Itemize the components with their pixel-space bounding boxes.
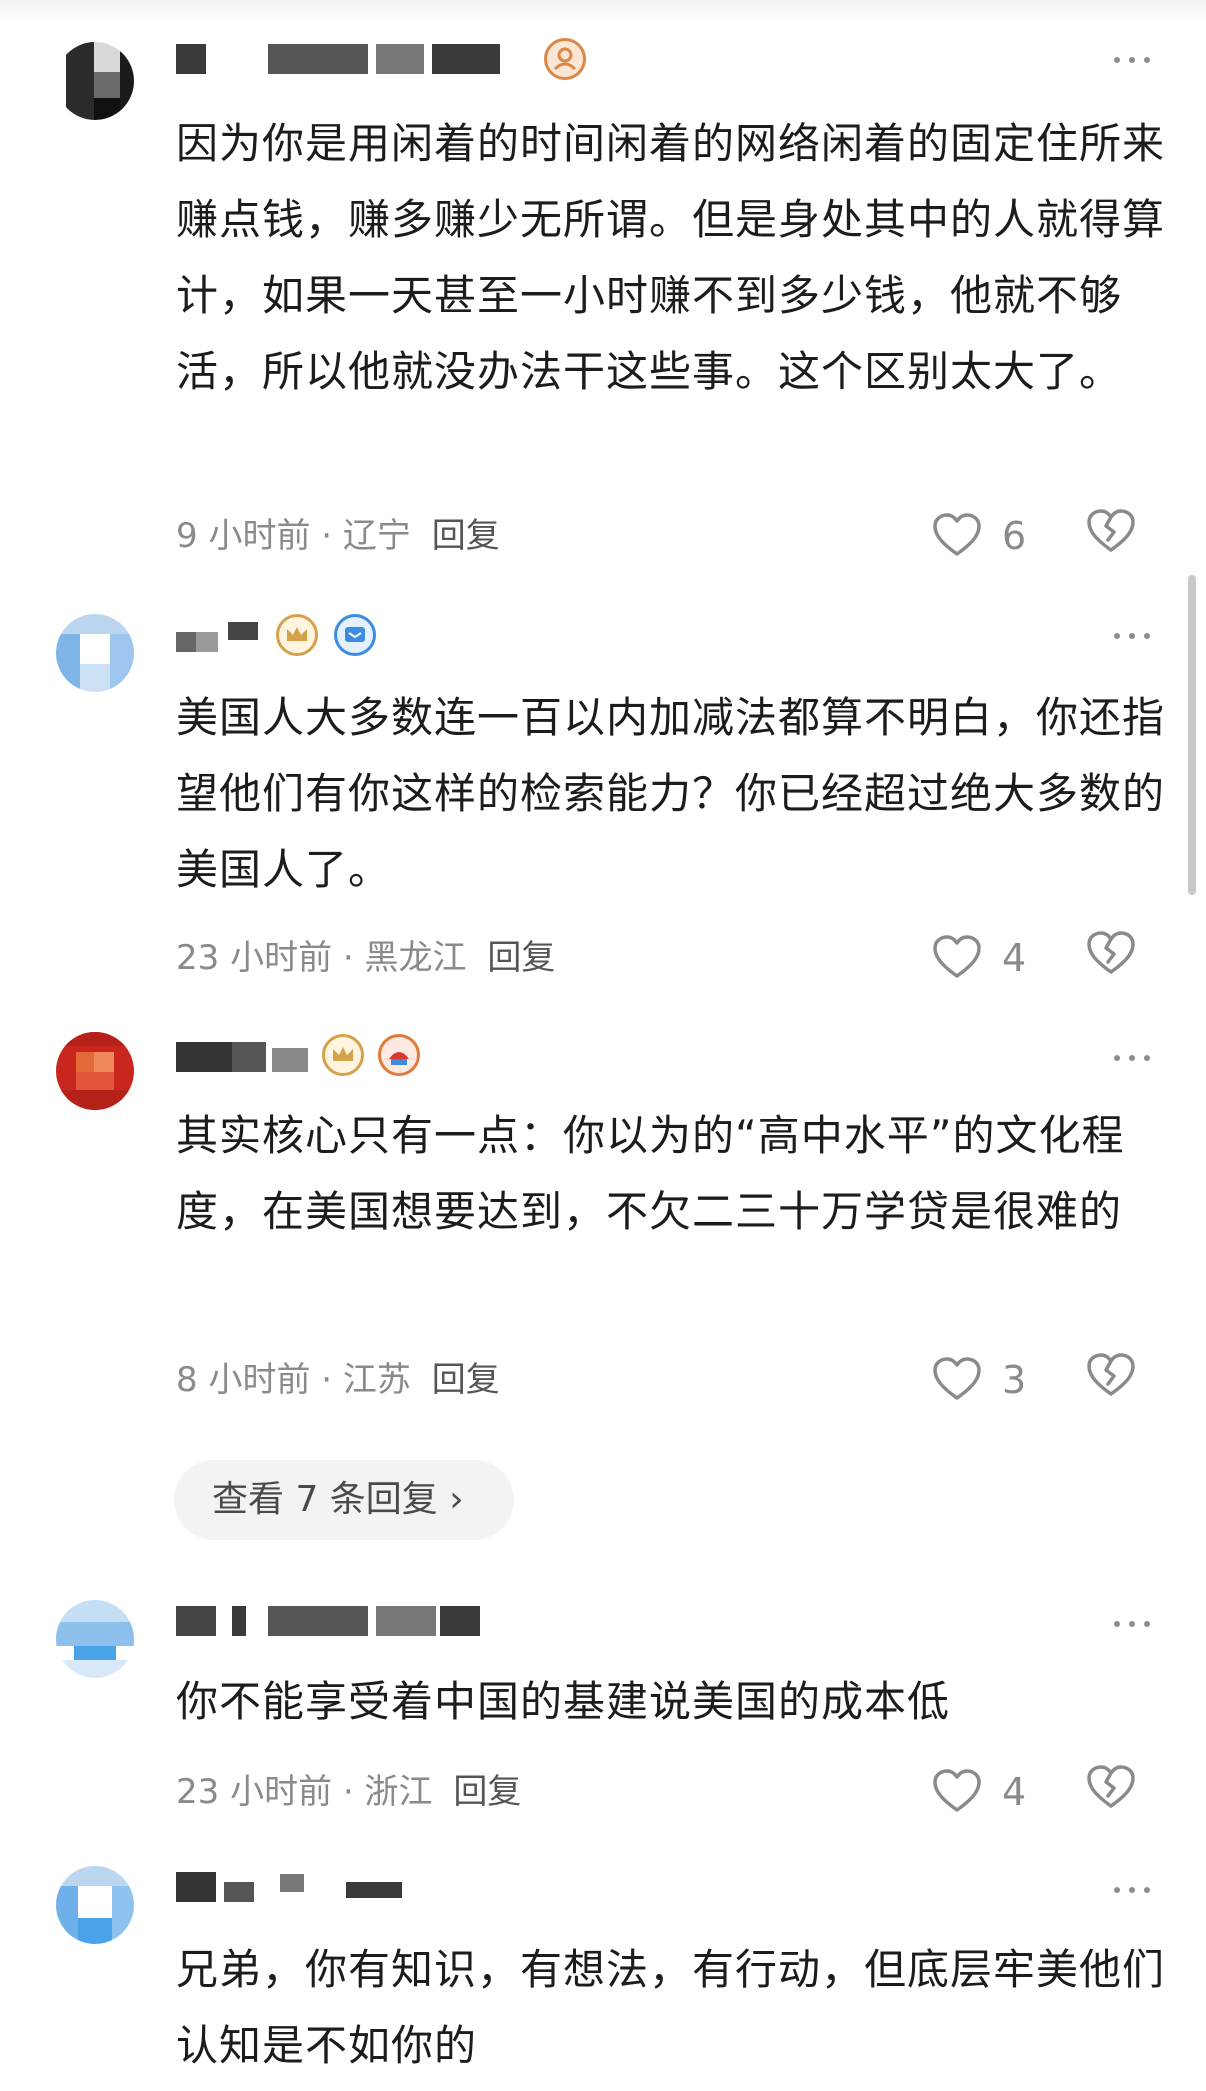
meta-separator: · xyxy=(321,1360,333,1400)
meta-separator: · xyxy=(342,938,354,978)
avatar[interactable] xyxy=(56,1866,134,1944)
event-badge-icon xyxy=(378,1034,420,1076)
comment-text: 其实核心只有一点：你以为的“高中水平”的文化程度，在美国想要达到，不欠二三十万学… xyxy=(176,1111,1125,1236)
comment-time: 23 小时前 xyxy=(176,1772,333,1812)
like-button[interactable]: 3 xyxy=(932,1352,1062,1408)
like-count: 3 xyxy=(1002,1358,1027,1402)
dislike-button[interactable] xyxy=(1086,1352,1140,1406)
broken-heart-icon xyxy=(1087,1353,1135,1396)
user-badge-icon xyxy=(544,38,586,80)
dislike-button[interactable] xyxy=(1086,508,1140,562)
comment-location: 辽宁 xyxy=(342,516,411,556)
dislike-button[interactable] xyxy=(1086,1764,1140,1818)
heart-outline-icon xyxy=(933,1769,981,1812)
like-count: 4 xyxy=(1002,936,1027,980)
avatar[interactable] xyxy=(56,614,134,692)
more-dots-icon[interactable] xyxy=(1114,630,1150,642)
username-blurred[interactable] xyxy=(176,1868,416,1908)
broken-heart-icon xyxy=(1087,1765,1135,1808)
comment-time: 23 小时前 xyxy=(176,938,333,978)
more-dots-icon[interactable] xyxy=(1114,1052,1150,1064)
comment-time: 8 小时前 xyxy=(176,1360,311,1400)
broken-heart-icon xyxy=(1087,931,1135,974)
heart-outline-icon xyxy=(933,513,981,556)
comment-text: 你不能享受着中国的基建说美国的成本低 xyxy=(176,1677,951,1726)
reply-button[interactable]: 回复 xyxy=(453,1772,521,1812)
reply-button[interactable]: 回复 xyxy=(432,1360,500,1400)
meta-separator: · xyxy=(321,516,333,556)
comment-meta: 23 小时前 · 浙江 回复 xyxy=(176,1772,521,1812)
comment-text: 因为你是用闲着的时间闲着的网络闲着的固定住所来赚点钱，赚多赚少无所谓。但是身处其… xyxy=(176,119,1166,396)
comment-location: 浙江 xyxy=(364,1772,433,1812)
more-dots-icon[interactable] xyxy=(1114,54,1150,66)
more-dots-icon[interactable] xyxy=(1114,1884,1150,1896)
like-count: 4 xyxy=(1002,1770,1027,1814)
like-button[interactable]: 6 xyxy=(932,508,1062,564)
comment-meta: 9 小时前 · 辽宁 回复 xyxy=(176,516,500,556)
reply-button[interactable]: 回复 xyxy=(487,938,555,978)
avatar[interactable] xyxy=(56,1600,134,1678)
username-blurred[interactable] xyxy=(176,40,536,80)
view-replies-button[interactable]: 查看 7 条回复 › xyxy=(174,1460,514,1540)
scrollbar[interactable] xyxy=(1188,575,1196,895)
heart-outline-icon xyxy=(933,1357,981,1400)
like-button[interactable]: 4 xyxy=(932,930,1062,986)
crown-badge-icon xyxy=(276,614,318,656)
more-dots-icon[interactable] xyxy=(1114,1618,1150,1630)
top-edge xyxy=(0,0,1206,22)
username-blurred[interactable] xyxy=(176,618,276,658)
dislike-button[interactable] xyxy=(1086,930,1140,984)
comment-meta: 8 小时前 · 江苏 回复 xyxy=(176,1360,500,1400)
username-blurred[interactable] xyxy=(176,1602,496,1642)
like-count: 6 xyxy=(1002,514,1027,558)
message-badge-icon xyxy=(334,614,376,656)
avatar[interactable] xyxy=(56,1032,134,1110)
username-blurred[interactable] xyxy=(176,1038,316,1078)
broken-heart-icon xyxy=(1087,509,1135,552)
comment-meta: 23 小时前 · 黑龙江 回复 xyxy=(176,938,555,978)
comment-time: 9 小时前 xyxy=(176,516,311,556)
comment-text: 兄弟，你有知识，有想法，有行动，但底层牢美他们认知是不如你的 xyxy=(176,1945,1166,2070)
heart-outline-icon xyxy=(933,935,981,978)
comment-location: 江苏 xyxy=(342,1360,411,1400)
reply-button[interactable]: 回复 xyxy=(432,516,500,556)
comment-location: 黑龙江 xyxy=(364,938,467,978)
crown-badge-icon xyxy=(322,1034,364,1076)
comment-text: 美国人大多数连一百以内加减法都算不明白，你还指望他们有你这样的检索能力？你已经超… xyxy=(176,693,1166,894)
avatar[interactable] xyxy=(56,42,134,120)
meta-separator: · xyxy=(342,1772,354,1812)
like-button[interactable]: 4 xyxy=(932,1764,1062,1820)
